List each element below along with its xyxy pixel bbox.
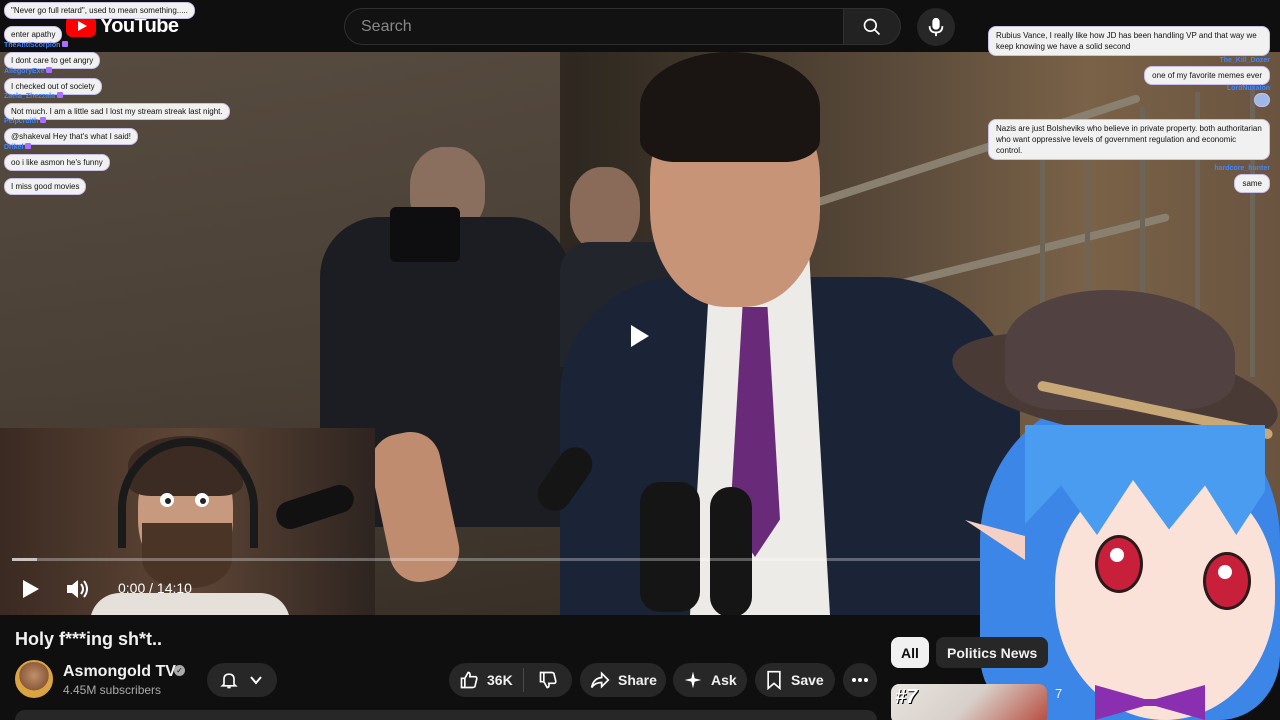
save-button[interactable]: Save xyxy=(755,663,835,697)
share-icon xyxy=(590,671,610,689)
youtube-watch-page: YouTube Search 0:00 / 14:10 "Never go fu… xyxy=(0,0,1280,720)
chat-message: hardcore_hunter same xyxy=(1214,164,1270,193)
chat-text: same xyxy=(1234,174,1270,193)
recommended-thumbnail[interactable]: #7 xyxy=(891,684,1047,720)
chevron-down-icon xyxy=(250,676,262,685)
chat-text: "Never go full retard", used to mean som… xyxy=(4,2,195,19)
center-play-icon[interactable] xyxy=(610,314,670,358)
channel-name[interactable]: Asmongold TV xyxy=(63,663,176,681)
thumbs-down-icon xyxy=(539,671,557,689)
chat-message: LordNuxalon xyxy=(1227,84,1270,112)
subscriber-count: 4.45M subscribers xyxy=(63,683,162,697)
time-display: 0:00 / 14:10 xyxy=(118,580,192,596)
chat-username: AllegoryExe xyxy=(4,68,45,75)
chat-message: The_Kill_Dozer one of my favorite memes … xyxy=(1144,56,1270,85)
chat-text: I miss good movies xyxy=(4,178,87,195)
ask-button[interactable]: Ask xyxy=(673,663,747,697)
verified-check-icon: ✓ xyxy=(174,665,185,676)
chat-text: oo i like asmon he's funny xyxy=(4,154,110,171)
subscriber-badge-icon xyxy=(56,92,63,98)
subscriber-badge-icon xyxy=(62,41,69,47)
search-button[interactable] xyxy=(843,8,901,45)
recommended-title[interactable]: 7 xyxy=(1055,686,1062,701)
thumbs-up-icon xyxy=(460,671,478,689)
sparkle-icon xyxy=(684,671,702,689)
like-dislike-group: 36K xyxy=(449,663,572,697)
like-count: 36K xyxy=(487,672,513,688)
search-placeholder: Search xyxy=(361,17,412,35)
chat-username: Zaela_Zhezzala xyxy=(4,93,55,100)
chat-text: Nazis are just Bolsheviks who believe in… xyxy=(988,119,1270,160)
chat-message: Nazis are just Bolsheviks who believe in… xyxy=(988,119,1270,160)
chat-message: Rubius Vance, I really like how JD has b… xyxy=(988,26,1270,56)
subscriber-badge-icon xyxy=(46,67,53,73)
like-button[interactable]: 36K xyxy=(459,668,524,692)
voice-search-button[interactable] xyxy=(917,8,955,46)
chat-username: Drikel xyxy=(4,144,24,151)
notifications-button[interactable] xyxy=(207,663,277,697)
chip-all[interactable]: All xyxy=(891,637,929,668)
description-box[interactable] xyxy=(15,710,877,720)
volume-button[interactable] xyxy=(64,576,92,602)
more-horizontal-icon xyxy=(852,678,868,682)
chip-politics-news[interactable]: Politics News xyxy=(936,637,1048,668)
chat-username: The_Kill_Dozer xyxy=(1219,57,1270,64)
share-label: Share xyxy=(618,672,657,688)
video-title: Holy f***ing sh*t.. xyxy=(15,629,163,649)
chat-message: Pelpcruith @shakeval Hey that's what I s… xyxy=(4,117,138,145)
volume-icon xyxy=(67,580,88,598)
chat-message: Zaela_Zhezzala Not much. I am a little s… xyxy=(4,92,230,120)
chat-text: Rubius Vance, I really like how JD has b… xyxy=(988,26,1270,56)
chat-text: one of my favorite memes ever xyxy=(1144,66,1270,85)
play-button[interactable] xyxy=(18,576,44,602)
chat-username: TheAntiScorpion xyxy=(4,42,61,49)
chat-message: Drikel oo i like asmon he's funny xyxy=(4,143,110,171)
microphone xyxy=(640,482,700,612)
chat-username: hardcore_hunter xyxy=(1214,165,1270,172)
channel-avatar[interactable] xyxy=(15,660,53,698)
progress-played xyxy=(12,558,38,561)
search-icon xyxy=(863,18,881,35)
chat-username: LordNuxalon xyxy=(1226,85,1270,92)
share-button[interactable]: Share xyxy=(580,663,666,697)
ask-label: Ask xyxy=(711,672,737,688)
more-actions-button[interactable] xyxy=(843,663,877,697)
emote-icon xyxy=(1254,93,1270,107)
save-label: Save xyxy=(791,672,824,688)
microphone xyxy=(710,487,752,615)
subscriber-badge-icon xyxy=(40,117,47,123)
chat-message: TheAntiScorpion I dont care to get angry xyxy=(4,41,101,69)
thumbnail-text: #7 xyxy=(895,686,918,708)
microphone-icon xyxy=(928,17,944,37)
bookmark-icon xyxy=(767,670,781,690)
chat-message: "Never go full retard", used to mean som… xyxy=(4,0,195,19)
search-input[interactable]: Search xyxy=(344,8,844,45)
chat-username: Pelpcruith xyxy=(4,118,39,125)
chat-message: I miss good movies xyxy=(4,176,87,195)
dislike-button[interactable] xyxy=(524,670,558,690)
subscriber-badge-icon xyxy=(25,143,32,149)
boom-microphone xyxy=(272,481,358,533)
chat-message: AllegoryExe I checked out of society xyxy=(4,67,102,95)
bell-icon xyxy=(220,673,238,689)
